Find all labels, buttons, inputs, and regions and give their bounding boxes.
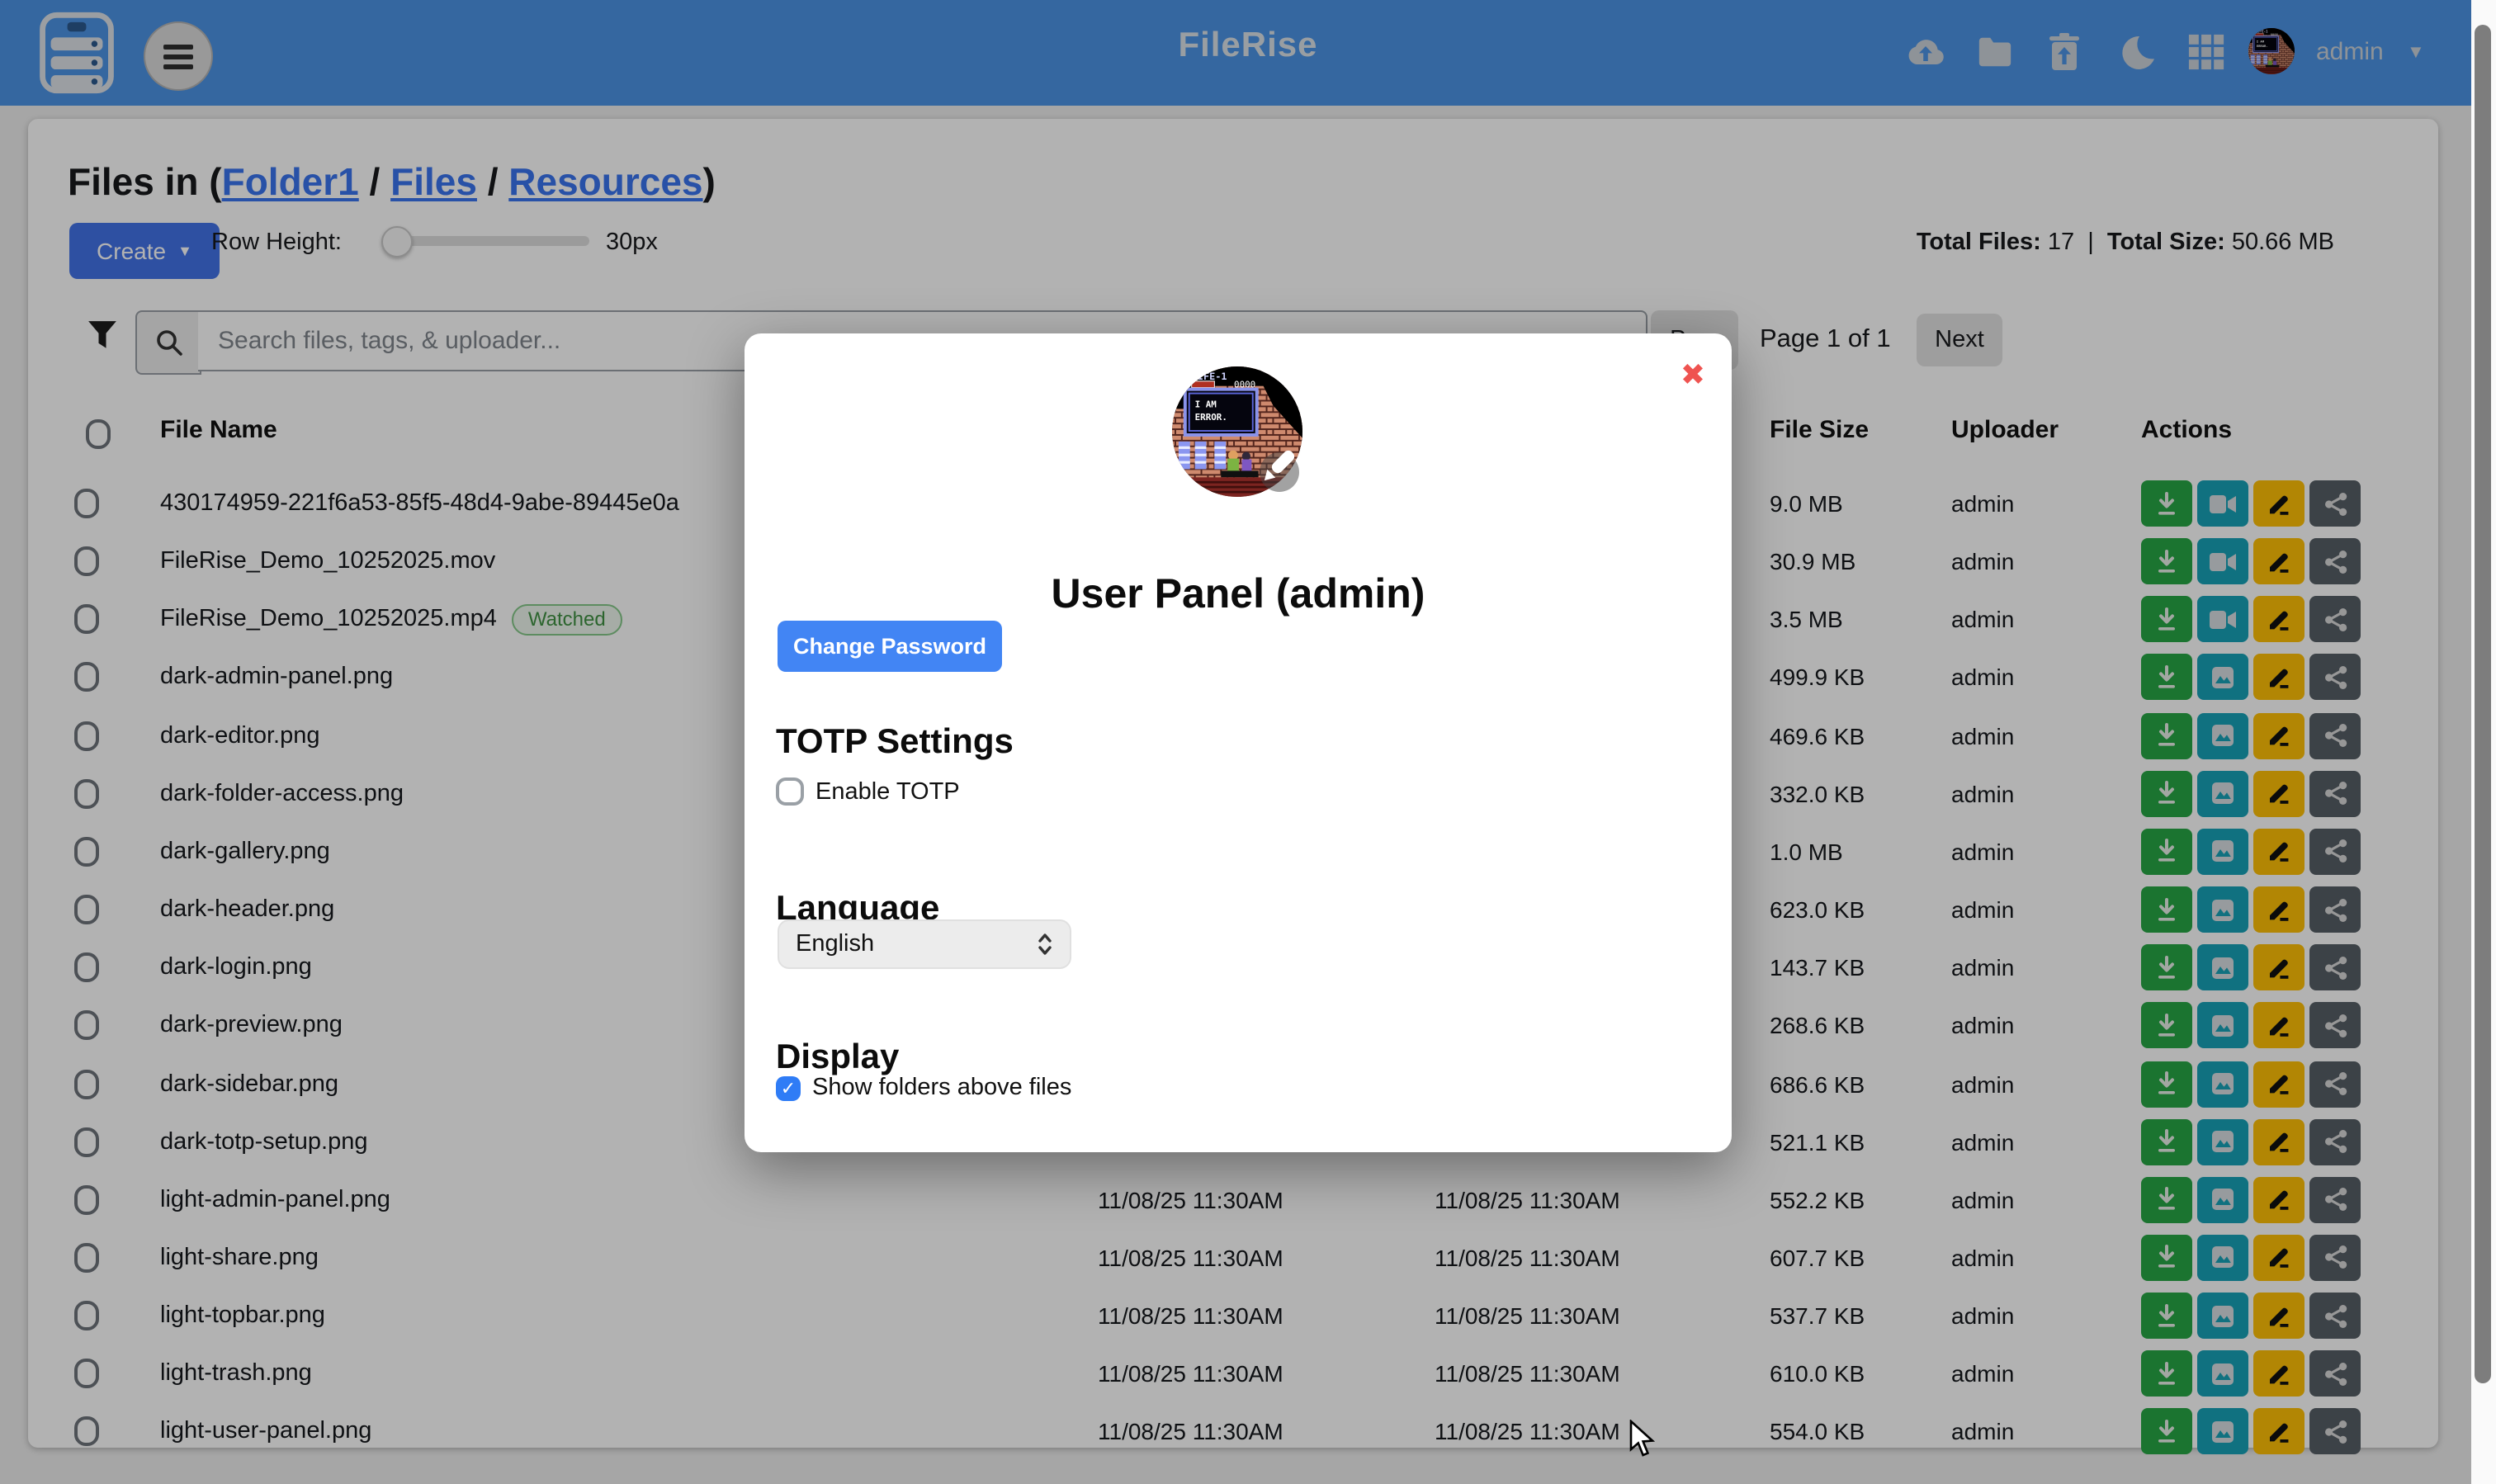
svg-text:ERROR.: ERROR. [1195,412,1227,423]
avatar-edit-pencil-icon[interactable] [1250,442,1302,495]
page-scrollbar[interactable] [2471,0,2496,1484]
language-selected-value: English [796,931,874,957]
scrollbar-thumb[interactable] [2475,25,2491,1383]
enable-totp-checkbox[interactable] [776,777,804,806]
show-folders-checkbox[interactable]: ✓ [776,1075,801,1100]
app-stage: FileRise LIFE-10000I AMERROR. admin ▼ Fi… [0,0,2496,1484]
totp-settings-heading: TOTP Settings [776,723,1014,763]
show-folders-label: Show folders above files [812,1075,1071,1101]
change-password-button[interactable]: Change Password [778,621,1002,672]
enable-totp-row: Enable TOTP [776,777,960,806]
close-icon[interactable]: ✖ [1681,360,1705,390]
language-select[interactable]: English [778,919,1071,969]
svg-text:LIFE-1: LIFE-1 [1192,371,1227,382]
mouse-cursor [1629,1420,1656,1459]
enable-totp-label: Enable TOTP [815,778,960,805]
select-chevrons-icon [1037,931,1053,957]
svg-text:I AM: I AM [1195,399,1217,409]
show-folders-row: ✓ Show folders above files [776,1075,1071,1101]
user-panel-modal: ✖ LIFE-10000I AMERROR. User Panel (admin… [745,333,1732,1152]
display-heading: Display [776,1038,899,1078]
modal-title: User Panel (admin) [745,571,1732,619]
